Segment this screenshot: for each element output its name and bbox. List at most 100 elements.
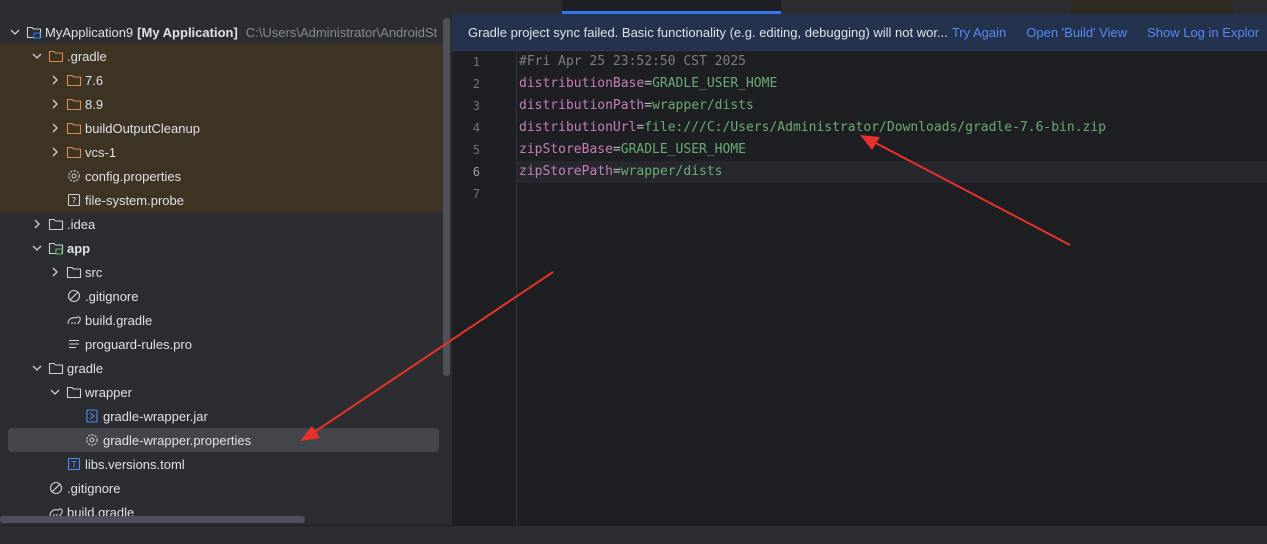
gear-icon [66,168,82,184]
chevron-down-icon[interactable] [8,25,22,39]
chevron-down-icon[interactable] [30,241,44,255]
tree-item-root-gitignore[interactable]: .gitignore [0,476,444,500]
open-build-view-link[interactable]: Open 'Build' View [1026,25,1127,40]
module-folder-icon [26,24,42,40]
tree-item-label: gradle [67,360,104,376]
tree-item-vcs-1[interactable]: vcs-1 [0,140,444,164]
tree-horizontal-scrollbar[interactable] [0,516,305,523]
tree-item-src[interactable]: src [0,260,444,284]
chevron-right-icon[interactable] [48,73,62,87]
archive-icon [84,408,100,424]
gradle-elephant-icon [66,312,82,328]
tree-item-label: file-system.probe [85,192,184,208]
tree-item-label: 8.9 [85,96,104,112]
tree-item-label: 7.6 [85,72,104,88]
tree-vertical-scrollbar[interactable] [443,18,450,376]
excluded-folder-icon [66,96,82,112]
tree-item-label: proguard-rules.pro [85,336,192,352]
module-folder-icon [48,240,64,256]
code-line[interactable]: distributionUrl=file:///C:/Users/Adminis… [519,120,1106,135]
code-line[interactable]: distributionBase=GRADLE_USER_HOME [519,76,777,91]
line-number-gutter[interactable]: 1 2 3 4 5 6 7 [452,50,517,525]
chevron-right-icon[interactable] [48,97,62,111]
line-number: 6 [472,165,480,179]
chevron-down-icon[interactable] [30,361,44,375]
tree-item-app[interactable]: app [0,236,444,260]
tree-item-label: libs.versions.toml [85,456,185,472]
tree-item-buildoutputcleanup[interactable]: buildOutputCleanup [0,116,444,140]
tree-item-wrapper[interactable]: wrapper [0,380,444,404]
property-value: GRADLE_USER_HOME [620,142,746,157]
folder-icon [48,360,64,376]
property-key: zipStoreBase [519,142,613,157]
equals-sign: = [612,164,621,179]
line-number: 5 [472,143,480,157]
tree-root-row[interactable]: MyApplication9 [My Application] C:\Users… [0,20,444,44]
tree-item-label: config.properties [85,168,182,184]
tree-item-label: .idea [67,216,96,232]
tree-item-label: build.gradle [85,312,153,328]
property-value: file:///C:/Users/Administrator/Downloads… [644,120,1107,135]
tree-item-app-build-gradle[interactable]: build.gradle [0,308,444,332]
tree-item-gradle[interactable]: gradle [0,356,444,380]
project-name: MyApplication9 [45,24,134,40]
tree-item-label: .gradle [67,48,107,64]
excluded-folder-icon [66,144,82,160]
code-line[interactable]: distributionPath=wrapper/dists [519,98,754,113]
code-line[interactable]: zipStoreBase=GRADLE_USER_HOME [519,142,746,157]
try-again-link[interactable]: Try Again [952,25,1006,40]
line-number: 1 [472,55,480,69]
project-path: C:\Users\Administrator\AndroidSt [245,24,438,40]
chevron-right-icon[interactable] [48,265,62,279]
banner-message: Gradle project sync failed. Basic functi… [468,24,948,40]
folder-icon [66,264,82,280]
property-value: wrapper/dists [652,98,754,113]
bottom-tool-strip [0,525,1267,544]
editor-panel: Gradle project sync failed. Basic functi… [452,0,1267,525]
show-log-in-explorer-link[interactable]: Show Log in Explor [1147,25,1259,40]
tree-item-label: .gitignore [85,288,139,304]
property-key: zipStorePath [519,164,613,179]
line-number: 3 [472,99,480,113]
toml-file-icon: T [66,456,82,472]
ignore-file-icon [48,480,64,496]
tree-item-gradle-wrapper-properties[interactable]: gradle-wrapper.properties [8,428,439,452]
project-tree-panel: MyApplication9 [My Application] C:\Users… [0,0,452,525]
tree-item-label: gradle-wrapper.properties [103,432,252,448]
tree-item-file-system-probe[interactable]: ? file-system.probe [0,188,444,212]
property-key: distributionBase [519,76,645,91]
chevron-down-icon[interactable] [48,385,62,399]
chevron-right-icon[interactable] [30,217,44,231]
tree-item-label: gradle-wrapper.jar [103,408,208,424]
folder-icon [48,216,64,232]
tree-item-libs-versions-toml[interactable]: T libs.versions.toml [0,452,444,476]
tree-header-edge [0,0,452,8]
tab-other-file[interactable] [1070,0,1233,14]
tree-item-dot-gradle[interactable]: .gradle [0,44,444,68]
excluded-folder-icon [48,48,64,64]
tree-item-label: src [85,264,103,280]
property-value: GRADLE_USER_HOME [652,76,778,91]
tree-item-proguard-rules[interactable]: proguard-rules.pro [0,332,444,356]
tree-item-label: wrapper [85,384,132,400]
tree-item-8-9[interactable]: 8.9 [0,92,444,116]
equals-sign: = [644,98,653,113]
tree-item-label: .gitignore [67,480,121,496]
tree-item-app-gitignore[interactable]: .gitignore [0,284,444,308]
chevron-right-icon[interactable] [48,121,62,135]
code-comment-line[interactable]: #Fri Apr 25 23:52:50 CST 2025 [519,54,746,69]
tree-item-config-properties[interactable]: config.properties [0,164,444,188]
tree-item-idea[interactable]: .idea [0,212,444,236]
text-file-icon [66,336,82,352]
chevron-right-icon[interactable] [48,145,62,159]
svg-text:T: T [70,461,77,471]
tree-item-label: buildOutputCleanup [85,120,200,136]
chevron-down-icon[interactable] [30,49,44,63]
svg-text:?: ? [72,197,77,207]
project-module-label: [My Application] [137,24,238,40]
tree-item-7-6[interactable]: 7.6 [0,68,444,92]
property-key: distributionUrl [519,120,637,135]
code-line[interactable]: zipStorePath=wrapper/dists [519,164,723,179]
property-value: wrapper/dists [620,164,723,179]
tree-item-gradle-wrapper-jar[interactable]: gradle-wrapper.jar [0,404,444,428]
